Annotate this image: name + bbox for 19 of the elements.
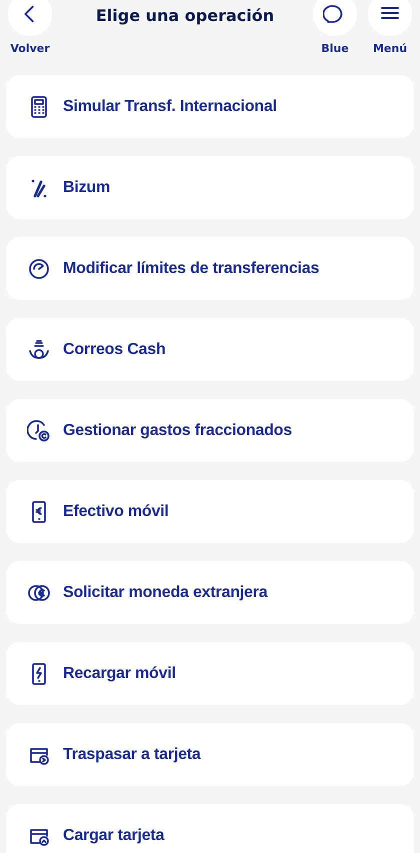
clock-euro-icon	[27, 418, 51, 442]
operation-item[interactable]: Efectivo móvil	[6, 480, 414, 543]
operation-item[interactable]: Solicitar moneda extranjera	[6, 561, 414, 624]
back-label: Volver	[10, 42, 50, 55]
gauge-icon	[27, 256, 51, 280]
operation-item[interactable]: Modificar límites de transferencias	[6, 237, 414, 300]
menu-button[interactable]	[368, 0, 412, 36]
page-title: Elige una operación	[94, 6, 276, 25]
operation-item[interactable]: Correos Cash	[6, 318, 414, 381]
operation-item[interactable]: Recargar móvil	[6, 642, 414, 705]
operation-item[interactable]: Cargar tarjeta	[6, 804, 414, 853]
operation-item[interactable]: Simular Transf. Internacional	[6, 75, 414, 138]
chat-label: Blue	[321, 42, 349, 55]
back-button[interactable]	[8, 0, 52, 36]
operation-item[interactable]: Bizum	[6, 156, 414, 219]
operation-item[interactable]: Traspasar a tarjeta	[6, 723, 414, 786]
operation-item[interactable]: Gestionar gastos fraccionados	[6, 399, 414, 462]
menu-label: Menú	[372, 42, 408, 55]
chat-button[interactable]	[313, 0, 357, 36]
